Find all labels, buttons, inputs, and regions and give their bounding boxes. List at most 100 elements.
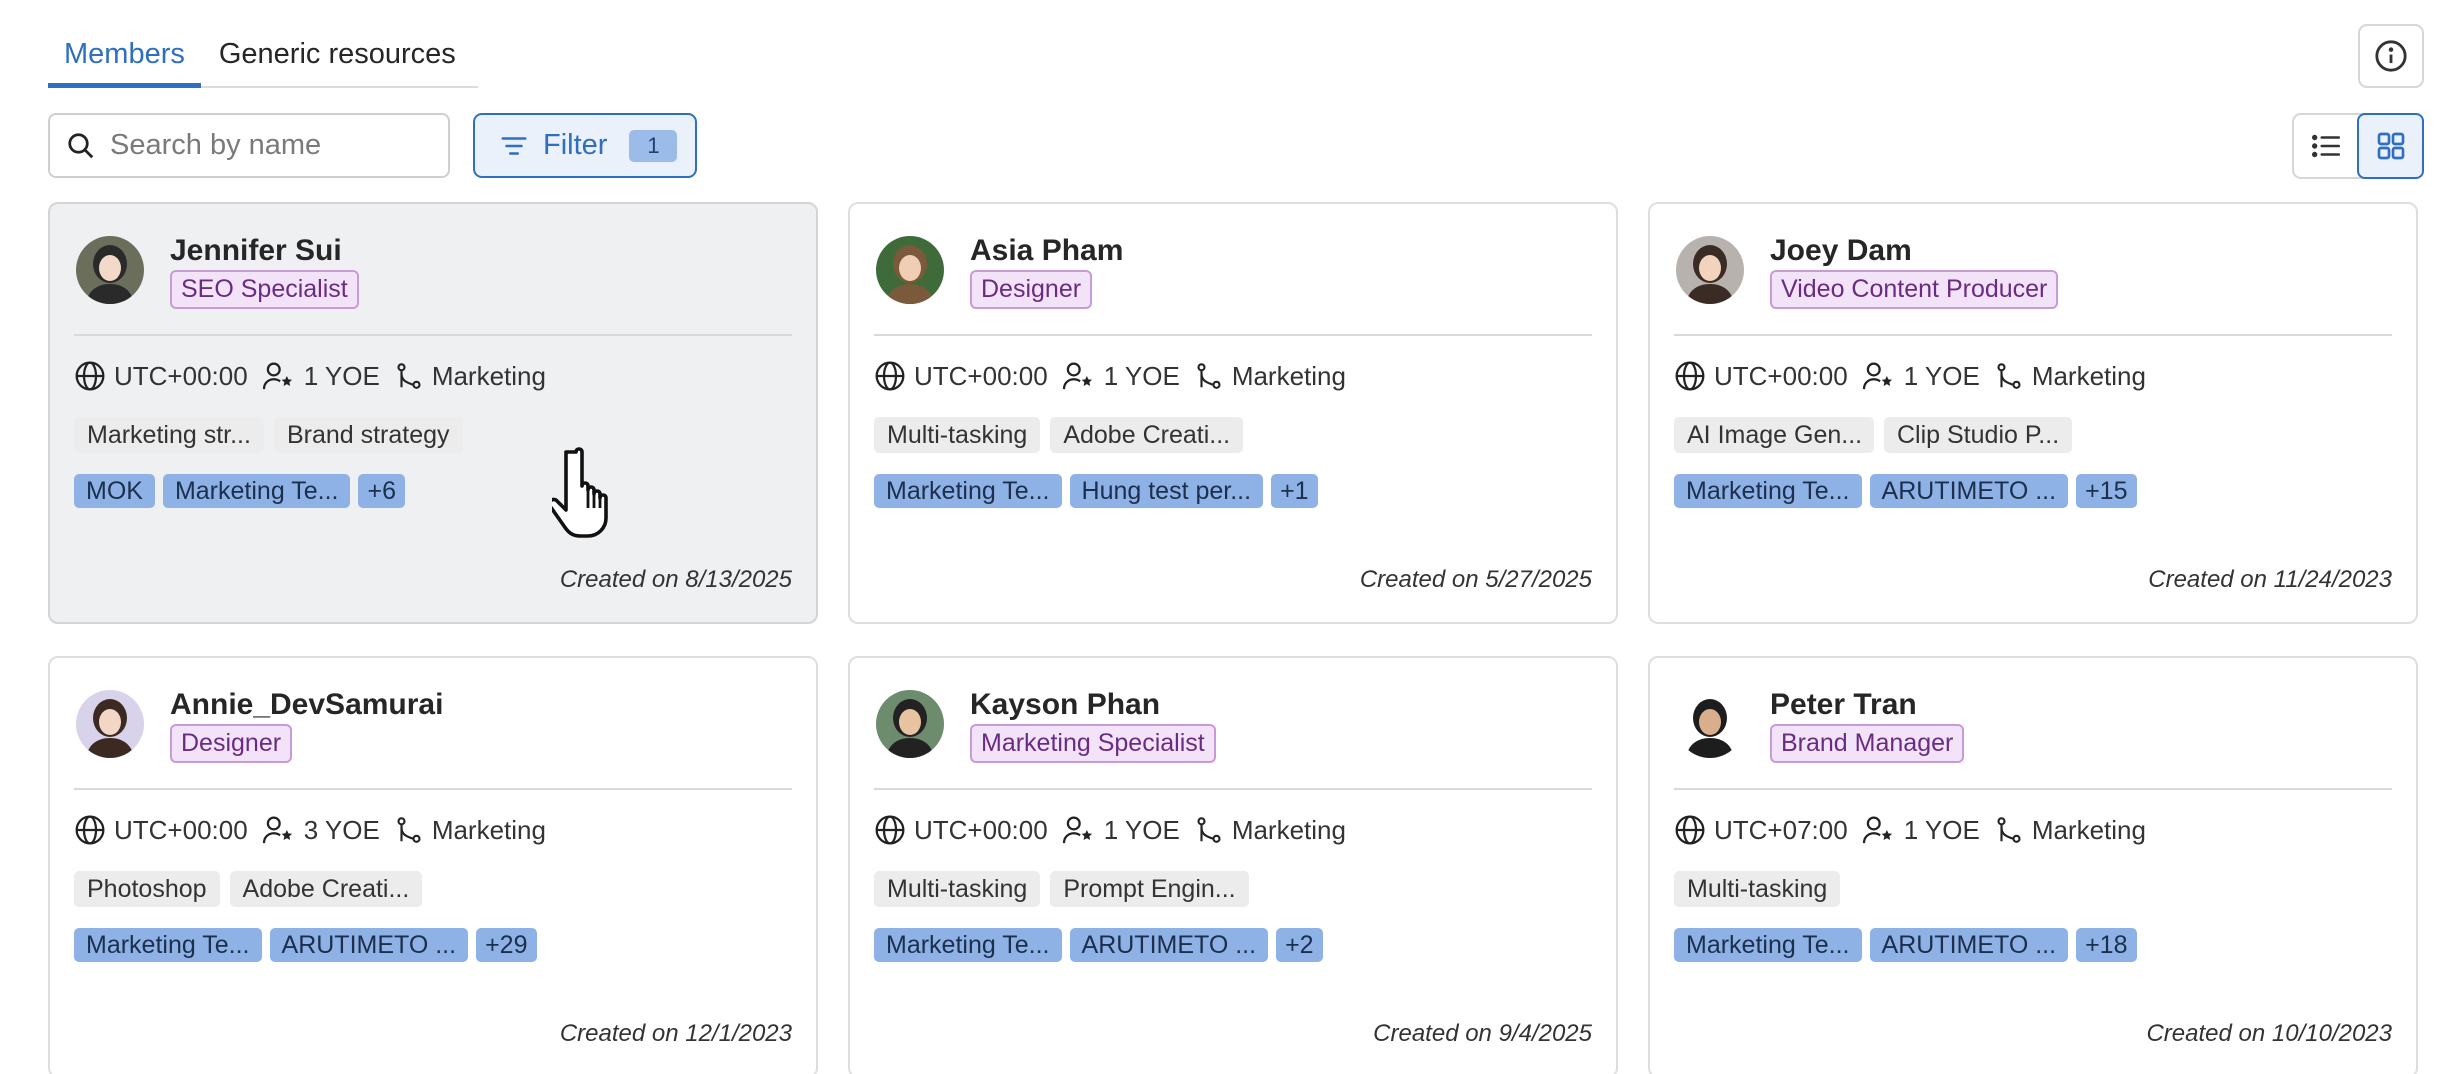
search-icon: [68, 132, 94, 158]
skill-tag: Brand strategy: [273, 417, 463, 453]
member-name[interactable]: Asia Pham: [970, 234, 1123, 268]
role-badge: Designer: [170, 724, 293, 763]
skill-tag: Adobe Creati...: [229, 871, 423, 907]
member-meta: UTC+00:00 1 YOE Marketing: [74, 360, 560, 392]
person-star-icon: [1862, 816, 1892, 844]
list-icon: [2311, 134, 2340, 158]
created-date: Created on 5/27/2025: [1359, 566, 1592, 593]
team-list: Marketing Te... ARUTIMETO ... +18: [1674, 928, 2145, 962]
member-name[interactable]: Kayson Phan: [970, 688, 1160, 722]
team-tag: ARUTIMETO ...: [269, 928, 469, 962]
member-name[interactable]: Annie_DevSamurai: [170, 688, 443, 722]
team-tag: Marketing Te...: [1674, 928, 1862, 962]
member-name[interactable]: Peter Tran: [1770, 688, 1917, 722]
member-card[interactable]: Joey Dam Video Content Producer UTC+00:0…: [1648, 202, 2418, 624]
department: Marketing: [1231, 360, 1346, 391]
created-date: Created on 10/10/2023: [2146, 1020, 2392, 1047]
more-teams-badge[interactable]: +15: [2076, 474, 2137, 508]
more-teams-badge[interactable]: +2: [1276, 928, 1323, 962]
department: Marketing: [431, 814, 546, 845]
avatar: [876, 690, 944, 758]
skill-list: Photoshop Adobe Creati...: [74, 871, 432, 907]
person-star-icon: [1062, 362, 1092, 390]
skill-tag: Multi-tasking: [874, 417, 1041, 453]
tab-bar: Members Generic resources: [48, 22, 478, 88]
member-meta: UTC+00:00 1 YOE Marketing: [1674, 360, 2160, 392]
skill-list: Marketing str... Brand strategy: [74, 417, 473, 453]
skill-tag: Clip Studio P...: [1884, 417, 2073, 453]
globe-icon: [75, 361, 105, 391]
team-tag: ARUTIMETO ...: [1869, 474, 2069, 508]
member-card[interactable]: Jennifer Sui SEO Specialist UTC+00:00 1 …: [48, 202, 818, 624]
person-star-icon: [262, 816, 292, 844]
more-teams-badge[interactable]: +1: [1271, 474, 1318, 508]
member-name[interactable]: Joey Dam: [1770, 234, 1912, 268]
created-date: Created on 9/4/2025: [1373, 1020, 1592, 1047]
team-tag: Hung test per...: [1069, 474, 1264, 508]
member-name[interactable]: Jennifer Sui: [170, 234, 342, 268]
avatar: [1676, 236, 1744, 304]
skill-list: Multi-tasking Prompt Engin...: [874, 871, 1259, 907]
years-of-experience: 1 YOE: [1103, 814, 1180, 845]
divider: [74, 788, 792, 790]
avatar: [76, 690, 144, 758]
department: Marketing: [1231, 814, 1346, 845]
filter-label: Filter: [543, 129, 608, 161]
globe-icon: [875, 361, 905, 391]
globe-icon: [75, 815, 105, 845]
member-card[interactable]: Asia Pham Designer UTC+00:00 1 YOE Marke…: [848, 202, 1618, 624]
branch-icon: [397, 363, 421, 389]
member-meta: UTC+07:00 1 YOE Marketing: [1674, 814, 2160, 846]
filter-count-badge: 1: [629, 129, 678, 162]
more-teams-badge[interactable]: +6: [358, 474, 405, 508]
member-meta: UTC+00:00 3 YOE Marketing: [74, 814, 560, 846]
skill-tag: Adobe Creati...: [1050, 417, 1244, 453]
skill-tag: Multi-tasking: [1674, 871, 1841, 907]
branch-icon: [1197, 817, 1221, 843]
role-badge: Brand Manager: [1770, 724, 1965, 763]
avatar: [876, 236, 944, 304]
avatar: [76, 236, 144, 304]
skill-tag: AI Image Gen...: [1674, 417, 1874, 453]
globe-icon: [875, 815, 905, 845]
divider: [74, 334, 792, 336]
list-view-button[interactable]: [2294, 115, 2357, 177]
member-card[interactable]: Peter Tran Brand Manager UTC+07:00 1 YOE…: [1648, 656, 2418, 1074]
more-teams-badge[interactable]: +18: [2076, 928, 2137, 962]
grid-view-button[interactable]: [2357, 113, 2424, 179]
department: Marketing: [2031, 814, 2146, 845]
role-badge: Marketing Specialist: [970, 724, 1216, 763]
team-tag: ARUTIMETO ...: [1069, 928, 1269, 962]
role-badge: Video Content Producer: [1770, 270, 2059, 309]
info-button[interactable]: [2358, 24, 2424, 88]
team-list: Marketing Te... ARUTIMETO ... +2: [874, 928, 1331, 962]
team-list: Marketing Te... ARUTIMETO ... +29: [74, 928, 545, 962]
team-list: Marketing Te... ARUTIMETO ... +15: [1674, 474, 2145, 508]
member-card[interactable]: Kayson Phan Marketing Specialist UTC+00:…: [848, 656, 1618, 1074]
member-card[interactable]: Annie_DevSamurai Designer UTC+00:00 3 YO…: [48, 656, 818, 1074]
filter-icon: [501, 136, 527, 155]
role-badge: SEO Specialist: [170, 270, 359, 309]
search-input[interactable]: [110, 129, 430, 162]
years-of-experience: 1 YOE: [1903, 814, 1980, 845]
globe-icon: [1675, 361, 1705, 391]
tab-members[interactable]: Members: [48, 22, 201, 88]
skill-tag: Marketing str...: [74, 417, 264, 453]
created-date: Created on 11/24/2023: [2148, 566, 2392, 593]
years-of-experience: 3 YOE: [303, 814, 380, 845]
tab-generic-resources[interactable]: Generic resources: [201, 22, 456, 86]
timezone: UTC+07:00: [1714, 814, 1848, 845]
person-star-icon: [262, 362, 292, 390]
avatar: [1676, 690, 1744, 758]
filter-button[interactable]: Filter 1: [473, 113, 697, 178]
info-icon: [2375, 40, 2407, 72]
department: Marketing: [2031, 360, 2146, 391]
globe-icon: [1675, 815, 1705, 845]
view-toggle: [2292, 113, 2424, 179]
timezone: UTC+00:00: [114, 360, 248, 391]
skill-list: AI Image Gen... Clip Studio P...: [1674, 417, 2082, 453]
search-box[interactable]: [48, 113, 450, 178]
more-teams-badge[interactable]: +29: [476, 928, 537, 962]
timezone: UTC+00:00: [114, 814, 248, 845]
person-star-icon: [1862, 362, 1892, 390]
